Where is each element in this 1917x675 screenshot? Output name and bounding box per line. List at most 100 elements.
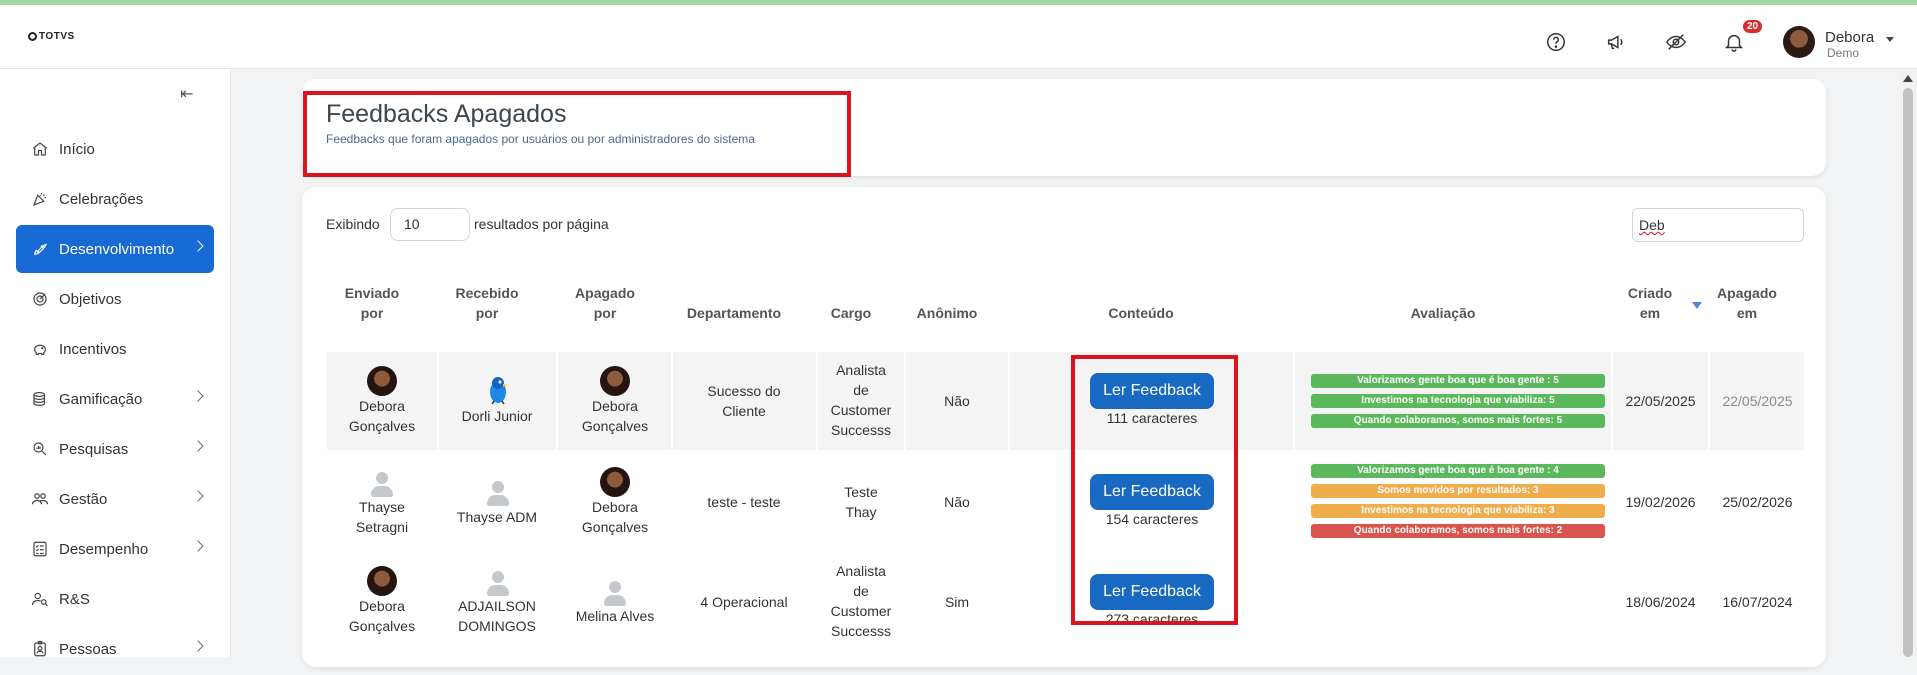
avatar bbox=[486, 481, 510, 507]
search-chart-icon bbox=[30, 439, 50, 459]
sidebar-item-desempenho[interactable]: Desempenho bbox=[16, 525, 214, 573]
row2-apagado[interactable]: Debora Gonçalves bbox=[565, 497, 665, 537]
col-cargo[interactable]: Cargo bbox=[816, 303, 886, 323]
title-highlight-box bbox=[303, 91, 851, 177]
row2-criado: 19/02/2026 bbox=[1625, 494, 1696, 510]
col-enviado-por[interactable]: Enviado por bbox=[332, 283, 412, 323]
scroll-up-icon[interactable] bbox=[1903, 75, 1913, 82]
col-apagado-por[interactable]: Apagado por bbox=[565, 283, 645, 323]
chevron-right-icon bbox=[192, 540, 204, 552]
notification-badge: 20 bbox=[1743, 20, 1763, 33]
avatar bbox=[486, 571, 510, 597]
row2-cargo: Teste Thay bbox=[844, 484, 878, 520]
sidebar-item-gamificacao[interactable]: Gamificação bbox=[16, 375, 214, 423]
row2-departamento: teste - teste bbox=[707, 494, 781, 510]
row3-cargo: Analista de Customer Successs bbox=[830, 563, 892, 639]
per-page-suffix: resultados por página bbox=[474, 216, 609, 232]
row1-cargo: Analista de Customer Successs bbox=[830, 362, 892, 438]
user-search-icon bbox=[30, 589, 50, 609]
row1-apagado[interactable]: Debora Gonçalves bbox=[565, 396, 665, 436]
avatar bbox=[600, 366, 630, 396]
sidebar: ⇤ Início Celebrações Desenvolvimento Obj… bbox=[0, 69, 231, 658]
row1-anonimo: Não bbox=[944, 393, 970, 409]
avatar bbox=[367, 566, 397, 596]
help-icon[interactable] bbox=[1543, 29, 1569, 55]
party-icon bbox=[30, 189, 50, 209]
col-recebido-por[interactable]: Recebido por bbox=[447, 283, 527, 323]
sidebar-item-desenvolvimento[interactable]: Desenvolvimento bbox=[16, 225, 214, 273]
row1-criado: 22/05/2025 bbox=[1625, 393, 1696, 409]
chevron-right-icon bbox=[192, 390, 204, 402]
rating-pill: Valorizamos gente boa que é boa gente : … bbox=[1311, 374, 1605, 388]
avatar bbox=[600, 467, 630, 497]
row3-anonimo: Sim bbox=[944, 594, 970, 610]
sidebar-item-pessoas[interactable]: Pessoas bbox=[16, 625, 214, 673]
rating-pill: Somos movidos por resultados: 3 bbox=[1311, 484, 1605, 498]
per-page-input[interactable]: 10 bbox=[390, 208, 470, 241]
piggy-bank-icon bbox=[30, 339, 50, 359]
col-departamento[interactable]: Departamento bbox=[674, 303, 794, 323]
totvs-logo[interactable]: TOTVS bbox=[28, 31, 75, 42]
chevron-right-icon bbox=[192, 440, 204, 452]
user-role: Demo bbox=[1827, 46, 1860, 60]
col-anonimo[interactable]: Anônimo bbox=[907, 303, 987, 323]
col-apagado-em[interactable]: Apagado em bbox=[1712, 283, 1782, 323]
row2-apagado-em: 25/02/2026 bbox=[1722, 494, 1793, 510]
coins-icon bbox=[30, 389, 50, 409]
row2-recebido[interactable]: Thayse ADM bbox=[447, 507, 547, 527]
user-avatar[interactable] bbox=[1783, 26, 1815, 58]
sidebar-item-incentivos[interactable]: Incentivos bbox=[16, 325, 214, 373]
sidebar-item-gestao[interactable]: Gestão bbox=[16, 475, 214, 523]
users-icon bbox=[30, 489, 50, 509]
sidebar-item-pesquisas[interactable]: Pesquisas bbox=[16, 425, 214, 473]
avatar bbox=[603, 581, 627, 607]
chevron-right-icon bbox=[192, 490, 204, 502]
rating-pill: Quando colaboramos, somos mais fortes: 2 bbox=[1311, 524, 1605, 538]
row3-apagado-em: 16/07/2024 bbox=[1722, 594, 1793, 610]
row3-enviado[interactable]: Debora Gonçalves bbox=[332, 596, 432, 636]
checklist-icon bbox=[30, 539, 50, 559]
hide-eye-icon[interactable] bbox=[1663, 29, 1689, 55]
sidebar-item-rs[interactable]: R&S bbox=[16, 575, 214, 623]
sidebar-item-celebracoes[interactable]: Celebrações bbox=[16, 175, 214, 223]
bell-icon[interactable] bbox=[1721, 29, 1747, 55]
sidebar-nav: Início Celebrações Desenvolvimento Objet… bbox=[16, 125, 214, 675]
row3-departamento: 4 Operacional bbox=[700, 594, 788, 610]
home-icon bbox=[30, 139, 50, 159]
megaphone-icon[interactable] bbox=[1603, 29, 1629, 55]
bird-avatar-icon bbox=[490, 377, 508, 405]
avatar bbox=[370, 472, 394, 498]
col-conteudo[interactable]: Conteúdo bbox=[1091, 303, 1191, 323]
row3-apagado[interactable]: Melina Alves bbox=[565, 606, 665, 626]
rating-pill: Valorizamos gente boa que é boa gente : … bbox=[1311, 464, 1605, 478]
sidebar-item-objetivos[interactable]: Objetivos bbox=[16, 275, 214, 323]
row2-enviado[interactable]: Thayse Setragni bbox=[332, 497, 432, 537]
row1-enviado[interactable]: Debora Gonçalves bbox=[332, 396, 432, 436]
chevron-right-icon bbox=[192, 240, 204, 252]
chevron-right-icon bbox=[192, 640, 204, 652]
row2-anonimo: Não bbox=[944, 494, 970, 510]
row3-recebido[interactable]: ADJAILSON DOMINGOS bbox=[447, 596, 547, 636]
user-name[interactable]: Debora bbox=[1825, 29, 1874, 46]
scrollbar-thumb[interactable] bbox=[1903, 88, 1913, 657]
sort-desc-icon[interactable] bbox=[1692, 302, 1702, 309]
row1-apagado-em: 22/05/2025 bbox=[1722, 393, 1793, 409]
search-input[interactable]: Deb bbox=[1632, 208, 1804, 242]
avatar bbox=[367, 366, 397, 396]
top-header: TOTVS 20 Debora Demo bbox=[0, 5, 1917, 69]
rating-pill: Investimos na tecnologia que viabiliza: … bbox=[1311, 394, 1605, 408]
row3-criado: 18/06/2024 bbox=[1625, 594, 1696, 610]
sidebar-item-inicio[interactable]: Início bbox=[16, 125, 214, 173]
rating-pill: Investimos na tecnologia que viabiliza: … bbox=[1311, 504, 1605, 518]
id-badge-icon bbox=[30, 639, 50, 659]
content-highlight-box bbox=[1071, 355, 1238, 625]
row1-departamento: Sucesso do Cliente bbox=[707, 383, 781, 419]
rating-pill: Quando colaboramos, somos mais fortes: 5 bbox=[1311, 414, 1605, 428]
col-criado-em[interactable]: Criado em bbox=[1620, 283, 1680, 323]
collapse-sidebar-icon[interactable]: ⇤ bbox=[180, 84, 193, 104]
target-icon bbox=[30, 289, 50, 309]
user-menu-caret-icon[interactable] bbox=[1886, 37, 1894, 42]
row1-recebido[interactable]: Dorli Junior bbox=[447, 406, 547, 426]
col-avaliacao[interactable]: Avaliação bbox=[1393, 303, 1493, 323]
showing-label: Exibindo bbox=[326, 216, 380, 232]
